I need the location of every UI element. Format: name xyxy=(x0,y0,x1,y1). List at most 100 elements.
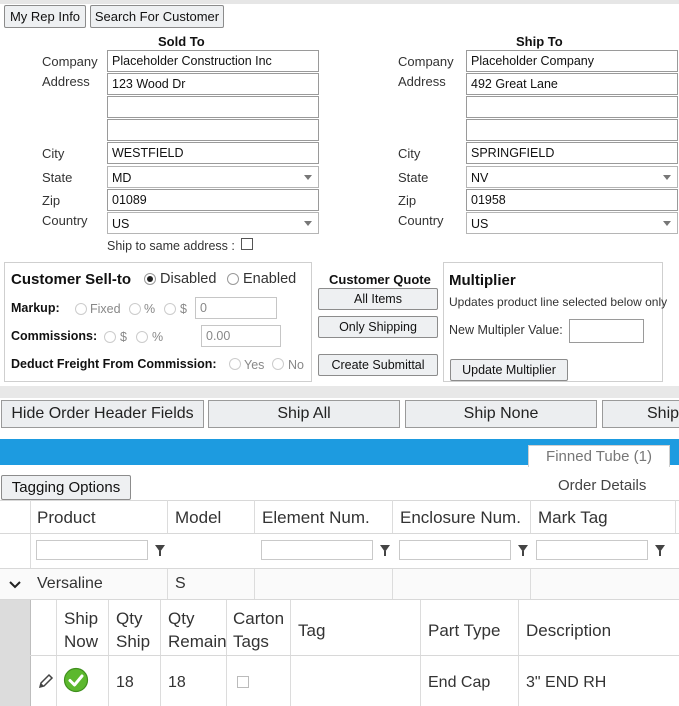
commission-pct-radio[interactable] xyxy=(136,331,148,343)
markup-dollar-radio[interactable] xyxy=(164,303,176,315)
filter-icon[interactable] xyxy=(518,545,528,556)
sell-to-enabled-label: Enabled xyxy=(243,271,297,287)
col-divider xyxy=(290,600,291,706)
filter-product-input[interactable] xyxy=(36,540,148,560)
all-items-button[interactable]: All Items xyxy=(318,288,438,310)
col-header-mark-tag[interactable]: Mark Tag xyxy=(538,508,608,528)
col-header-enclosure-num[interactable]: Enclosure Num. xyxy=(400,508,521,528)
detail-header-part-type[interactable]: Part Type xyxy=(428,619,500,642)
multiplier-value-input[interactable] xyxy=(569,319,644,343)
ship-address1-input[interactable]: 492 Great Lane xyxy=(466,73,678,95)
col-divider xyxy=(392,500,393,533)
col-header-model[interactable]: Model xyxy=(175,508,221,528)
ship-state-label: State xyxy=(398,170,429,185)
ship-zip-input[interactable]: 01958 xyxy=(466,189,678,211)
detail-header-border xyxy=(30,655,679,656)
col-divider xyxy=(160,600,161,706)
commission-value-input[interactable]: 0.00 xyxy=(201,325,281,347)
checkmark-circle-icon[interactable] xyxy=(63,667,89,693)
col-header-element-num[interactable]: Element Num. xyxy=(262,508,370,528)
same-address-label: Ship to same address : xyxy=(107,239,235,253)
col-divider xyxy=(254,569,255,599)
ship-to-title: Ship To xyxy=(516,34,563,49)
my-rep-info-button[interactable]: My Rep Info xyxy=(4,5,86,28)
commission-dollar-label: $ xyxy=(120,330,127,344)
sold-address1-input[interactable]: 123 Wood Dr xyxy=(107,73,319,95)
ship-address3-input[interactable] xyxy=(466,119,678,141)
carton-tags-checkbox[interactable] xyxy=(237,676,249,688)
filter-icon[interactable] xyxy=(155,545,165,556)
sold-address-label: Address xyxy=(42,74,90,89)
sold-zip-input[interactable]: 01089 xyxy=(107,189,319,211)
col-divider xyxy=(108,600,109,706)
col-divider xyxy=(30,500,31,569)
ship-company-input[interactable]: Placeholder Company xyxy=(466,50,678,72)
col-divider xyxy=(254,500,255,533)
sold-city-input[interactable]: WESTFIELD xyxy=(107,142,319,164)
deduct-no-radio[interactable] xyxy=(272,358,284,370)
search-customer-button[interactable]: Search For Customer xyxy=(90,5,224,28)
tagging-options-button[interactable]: Tagging Options xyxy=(1,475,131,500)
sell-to-title: Customer Sell-to xyxy=(11,271,132,288)
hide-header-fields-button[interactable]: Hide Order Header Fields xyxy=(1,400,204,428)
sold-zip-label: Zip xyxy=(42,193,61,208)
filter-icon[interactable] xyxy=(380,545,390,556)
sold-address2-input[interactable] xyxy=(107,96,319,118)
tab-finned-tube[interactable]: Finned Tube (1) xyxy=(528,445,670,467)
markup-value-input[interactable]: 0 xyxy=(195,297,277,319)
header-line: Remain xyxy=(168,632,227,651)
header-line: Qty xyxy=(116,609,143,628)
detail-header-tag[interactable]: Tag xyxy=(298,619,325,642)
detail-header-ship-now[interactable]: Ship Now xyxy=(64,607,98,653)
detail-header-carton-tags[interactable]: Carton Tags xyxy=(233,607,284,653)
col-divider xyxy=(518,600,519,706)
deduct-yes-radio[interactable] xyxy=(229,358,241,370)
sold-state-select[interactable]: MD xyxy=(107,166,319,188)
detail-header-qty-remain[interactable]: Qty Remain xyxy=(168,607,227,653)
ship-city-label: City xyxy=(398,146,421,161)
sold-address3-input[interactable] xyxy=(107,119,319,141)
col-divider xyxy=(30,600,31,706)
detail-indent xyxy=(0,600,30,706)
same-address-checkbox[interactable] xyxy=(241,238,253,250)
sold-country-select[interactable]: US xyxy=(107,212,319,234)
only-shipping-button[interactable]: Only Shipping xyxy=(318,316,438,338)
create-submittal-button[interactable]: Create Submittal xyxy=(318,354,438,376)
sell-to-disabled-radio[interactable] xyxy=(144,273,156,285)
markup-pct-radio[interactable] xyxy=(129,303,141,315)
col-header-product[interactable]: Product xyxy=(37,508,96,528)
filter-element-num-input[interactable] xyxy=(261,540,373,560)
detail-header-description[interactable]: Description xyxy=(526,619,611,642)
ship-state-select[interactable]: NV xyxy=(466,166,678,188)
pencil-edit-icon[interactable] xyxy=(38,673,54,689)
ship-none-button[interactable]: Ship None xyxy=(405,400,597,428)
sold-city-label: City xyxy=(42,146,65,161)
header-line: Tags xyxy=(233,632,269,651)
grid-row-border xyxy=(0,599,679,600)
filter-icon[interactable] xyxy=(655,545,665,556)
row-qty-ship: 18 xyxy=(116,674,134,691)
ship-country-value: US xyxy=(471,217,489,231)
ship-partial-button[interactable]: Ship xyxy=(602,400,679,428)
header-line: Ship xyxy=(64,609,99,628)
commissions-label: Commissions: xyxy=(11,329,98,343)
commission-dollar-radio[interactable] xyxy=(104,331,116,343)
ship-address2-input[interactable] xyxy=(466,96,678,118)
sell-to-enabled-radio[interactable] xyxy=(227,273,239,285)
sold-company-input[interactable]: Placeholder Construction Inc xyxy=(107,50,319,72)
ship-company-label: Company xyxy=(398,54,454,69)
detail-header-qty-ship[interactable]: Qty Ship xyxy=(116,607,150,653)
grid-header-border xyxy=(0,533,679,534)
header-line: Qty xyxy=(168,609,195,628)
update-multiplier-button[interactable]: Update Multiplier xyxy=(450,359,568,381)
chevron-down-icon[interactable] xyxy=(9,580,21,590)
row-qty-remain: 18 xyxy=(168,674,186,691)
filter-enclosure-num-input[interactable] xyxy=(399,540,511,560)
customer-quote-title: Customer Quote xyxy=(329,272,431,287)
markup-fixed-radio[interactable] xyxy=(75,303,87,315)
ship-all-button[interactable]: Ship All xyxy=(208,400,400,428)
filter-mark-tag-input[interactable] xyxy=(536,540,648,560)
ship-city-input[interactable]: SPRINGFIELD xyxy=(466,142,678,164)
ship-country-select[interactable]: US xyxy=(466,212,678,234)
sold-state-label: State xyxy=(42,170,73,185)
